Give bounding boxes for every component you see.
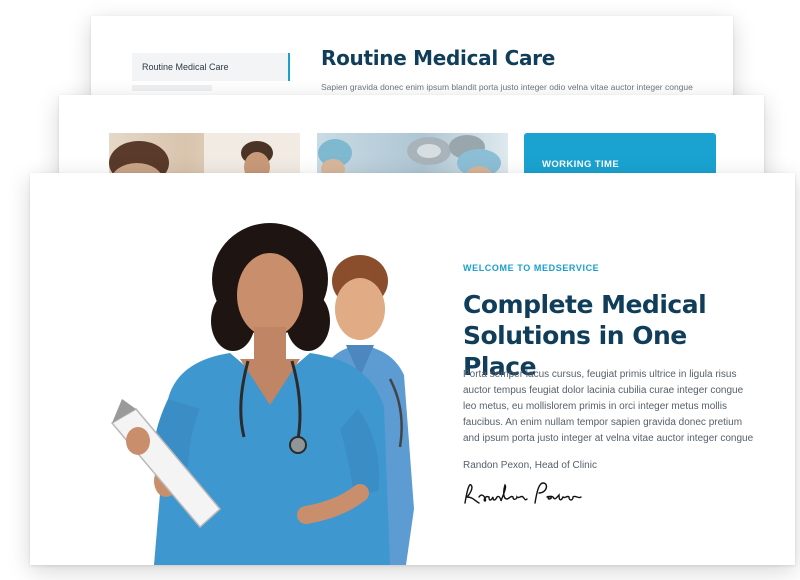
author-byline: Randon Pexon, Head of Clinic (463, 460, 597, 471)
sidebar-item-label: Routine Medical Care (142, 62, 229, 72)
signature-image (464, 482, 582, 504)
front-page-preview: WELCOME TO MEDSERVICE Complete Medical S… (30, 173, 795, 565)
back-page-text: Sapien gravida donec enim ipsum blandit … (321, 82, 693, 92)
sidebar-item-placeholder (132, 85, 212, 91)
medical-staff-photo (108, 209, 428, 565)
working-time-label: WORKING TIME (542, 159, 620, 170)
welcome-eyebrow: WELCOME TO MEDSERVICE (463, 263, 600, 273)
back-page-title: Routine Medical Care (321, 46, 555, 70)
sidebar-item-routine-medical-care[interactable]: Routine Medical Care (132, 53, 290, 81)
intro-paragraph: Porta semper lacus cursus, feugiat primi… (463, 369, 754, 444)
